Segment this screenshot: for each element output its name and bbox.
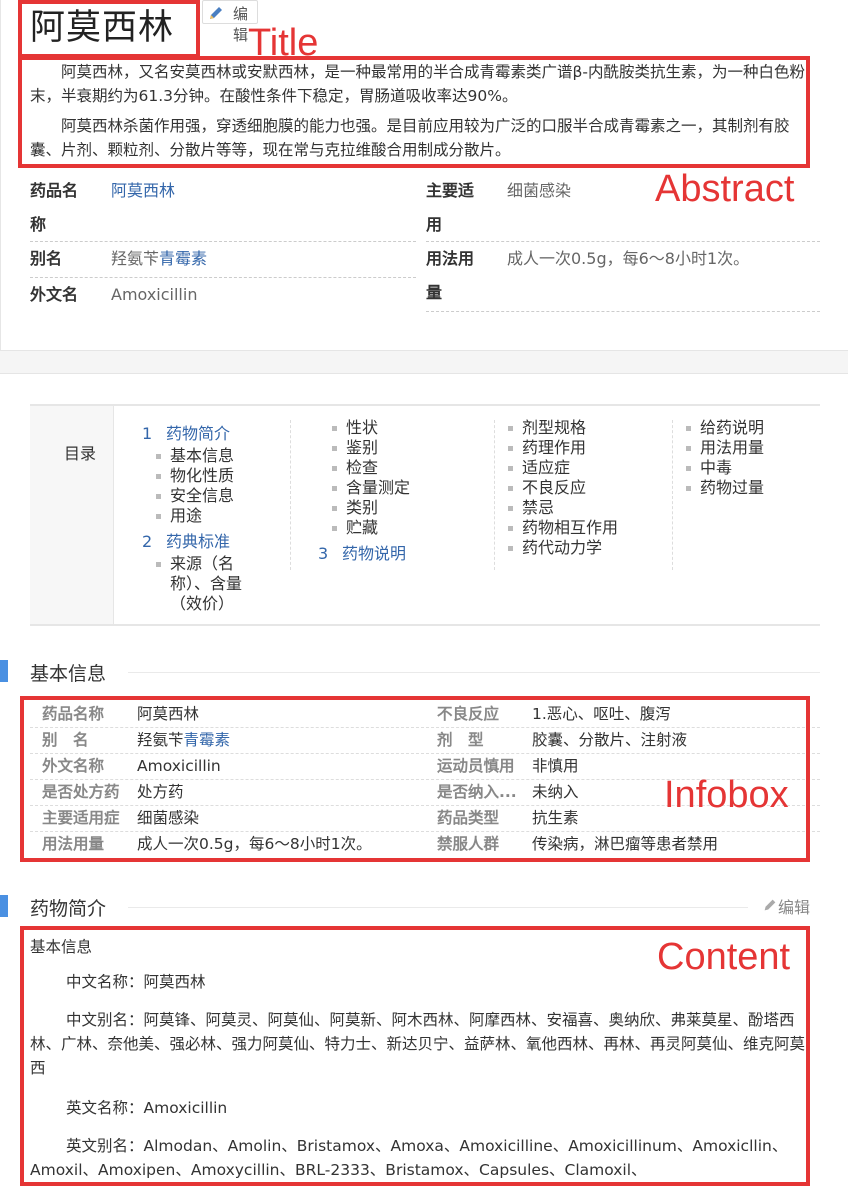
summary-foreign-value: Amoxicillin: [111, 285, 198, 304]
divider: [426, 311, 820, 312]
catalog-item[interactable]: 鉴别: [331, 438, 378, 458]
content-annotation-label: Content: [657, 936, 791, 978]
catalog-item[interactable]: 适应症: [507, 458, 570, 478]
section-title-intro: 药物简介: [30, 898, 107, 920]
summary-drug-name-link[interactable]: 阿莫西林: [111, 174, 175, 208]
divider: [494, 420, 495, 570]
catalog-section-3[interactable]: 3 药物说明: [318, 544, 406, 564]
catalog-item[interactable]: 给药说明: [685, 418, 764, 438]
divider: [672, 420, 673, 570]
abstract-annotation-label: Abstract: [655, 168, 795, 210]
catalog-item[interactable]: 用法用量: [685, 438, 764, 458]
summary-indication-label: 主要适用: [426, 181, 475, 234]
section-marker: [0, 895, 8, 917]
catalog-section-1[interactable]: 1 药物简介: [142, 424, 230, 444]
catalog-item[interactable]: 用途: [155, 506, 202, 526]
catalog-item[interactable]: 药代动力学: [507, 538, 602, 558]
section-marker: [0, 660, 8, 682]
catalog-title: 目录: [64, 444, 97, 463]
catalog-item[interactable]: 药物过量: [685, 478, 764, 498]
catalog-item[interactable]: 物化性质: [155, 466, 234, 486]
catalog-item[interactable]: 安全信息: [155, 486, 234, 506]
catalog-item[interactable]: 剂型规格: [507, 418, 586, 438]
catalog-item[interactable]: 类别: [331, 498, 378, 518]
catalog-item[interactable]: 性状: [331, 418, 378, 438]
divider: [290, 420, 291, 570]
divider: [30, 241, 416, 242]
section-title-basic: 基本信息: [30, 663, 107, 685]
summary-foreign-label: 外文名: [30, 285, 79, 304]
summary-alias-value: 羟氨苄青霉素: [111, 249, 208, 268]
summary-drug-name-label: 药品名称: [30, 181, 79, 234]
catalog-item[interactable]: 基本信息: [155, 446, 234, 466]
catalog-section-2[interactable]: 2 药典标准: [142, 532, 230, 552]
catalog-item[interactable]: 含量测定: [331, 478, 410, 498]
catalog-sidebar: [30, 406, 114, 624]
infobox-annotation-label: Infobox: [664, 774, 789, 816]
summary-alias-label: 别名: [30, 249, 63, 268]
catalog-item[interactable]: 药理作用: [507, 438, 586, 458]
catalog-item[interactable]: 不良反应: [507, 478, 586, 498]
summary-dosage-label: 用法用量: [426, 249, 475, 302]
catalog-item[interactable]: 来源（名称）、含量（效价）: [156, 554, 270, 614]
left-border: [0, 0, 1, 360]
divider: [30, 277, 416, 278]
pencil-icon: [762, 898, 778, 917]
summary-indication-value: 细菌感染: [507, 181, 572, 200]
divider: [128, 907, 748, 908]
catalog-item[interactable]: 中毒: [685, 458, 732, 478]
pencil-icon: [207, 4, 225, 26]
section-separator: [0, 350, 848, 374]
catalog-item[interactable]: 贮藏: [331, 518, 378, 538]
title-annotation-box: [18, 0, 200, 58]
catalog-item[interactable]: 禁忌: [507, 498, 554, 518]
abstract-annotation-box: [18, 56, 810, 168]
catalog-item[interactable]: 药物相互作用: [507, 518, 618, 538]
summary-alias-link[interactable]: 青霉素: [159, 249, 207, 268]
catalog-item[interactable]: 检查: [331, 458, 378, 478]
divider: [128, 672, 820, 673]
summary-dosage-value: 成人一次0.5g，每6～8小时1次。: [507, 249, 750, 268]
title-edit-button[interactable]: 编辑: [202, 0, 258, 44]
section-edit-button[interactable]: 编辑: [762, 894, 810, 918]
